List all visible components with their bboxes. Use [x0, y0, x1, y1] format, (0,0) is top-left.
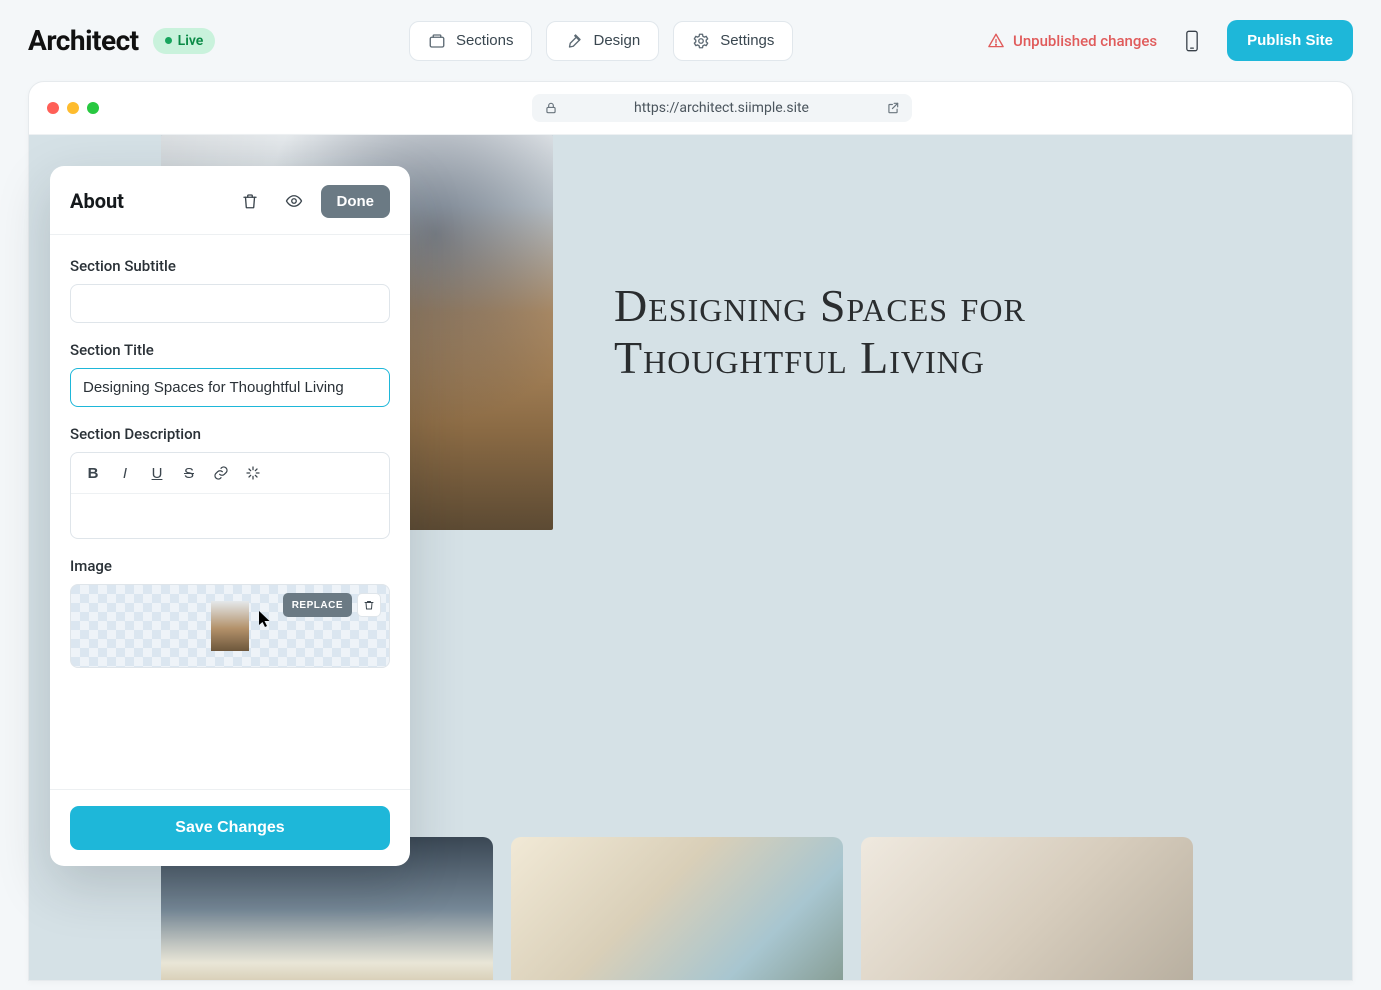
done-button[interactable]: Done: [321, 185, 391, 218]
panel-footer: Save Changes: [50, 789, 410, 866]
title-field-label: Section Title: [70, 341, 390, 359]
live-status-label: Live: [178, 33, 204, 49]
topbar-tabs: Sections Design Settings: [229, 21, 973, 61]
unpublished-warning: Unpublished changes: [987, 32, 1157, 50]
cursor-icon: [258, 610, 272, 628]
strikethrough-button[interactable]: S: [175, 459, 203, 487]
live-dot-icon: [165, 37, 172, 44]
sparkle-icon: [245, 465, 261, 481]
tab-design[interactable]: Design: [546, 21, 659, 61]
phone-icon: [1184, 30, 1200, 52]
ai-sparkle-button[interactable]: [239, 459, 267, 487]
tab-sections-label: Sections: [456, 32, 514, 49]
bold-button[interactable]: B: [79, 459, 107, 487]
panel-header: About Done: [50, 166, 410, 235]
gear-icon: [692, 32, 710, 50]
trash-icon: [241, 192, 259, 210]
open-external-icon[interactable]: [886, 101, 900, 115]
brand-title: Architect: [28, 24, 139, 57]
eye-icon: [285, 192, 303, 210]
warning-icon: [987, 32, 1005, 50]
lock-icon: [544, 101, 558, 115]
tab-sections[interactable]: Sections: [409, 21, 533, 61]
trash-icon: [363, 599, 375, 611]
gallery-card: [511, 837, 843, 980]
image-well[interactable]: REPLACE: [70, 584, 390, 668]
live-status-pill: Live: [153, 28, 216, 54]
title-input[interactable]: [70, 368, 390, 407]
italic-button[interactable]: I: [111, 459, 139, 487]
replace-image-button[interactable]: REPLACE: [283, 593, 352, 617]
subtitle-input[interactable]: [70, 284, 390, 323]
mobile-preview-button[interactable]: [1175, 24, 1209, 58]
description-input[interactable]: [71, 494, 389, 538]
tab-settings-label: Settings: [720, 32, 774, 49]
delete-section-button[interactable]: [233, 184, 267, 218]
rte-toolbar: B I U S: [71, 453, 389, 494]
url-text: https://architect.siimple.site: [568, 100, 876, 116]
expand-dot-icon: [87, 102, 99, 114]
save-changes-button[interactable]: Save Changes: [70, 806, 390, 850]
topbar-right: Unpublished changes Publish Site: [987, 20, 1353, 61]
underline-button[interactable]: U: [143, 459, 171, 487]
tab-settings[interactable]: Settings: [673, 21, 793, 61]
close-dot-icon: [47, 102, 59, 114]
description-editor: B I U S: [70, 452, 390, 539]
image-actions: REPLACE: [283, 593, 381, 617]
hero-title: Designing Spaces for Thoughtful Living: [614, 280, 1174, 383]
app-topbar: Architect Live Sections Design Settings …: [0, 0, 1381, 81]
delete-image-button[interactable]: [357, 593, 381, 617]
subtitle-field-label: Section Subtitle: [70, 257, 390, 275]
brush-icon: [565, 32, 583, 50]
minimize-dot-icon: [67, 102, 79, 114]
link-icon: [213, 465, 229, 481]
sections-icon: [428, 32, 446, 50]
section-editor-panel: About Done Section Subtitle Section Titl…: [50, 166, 410, 866]
traffic-lights: [47, 102, 99, 114]
image-field-label: Image: [70, 557, 390, 575]
url-bar[interactable]: https://architect.siimple.site: [532, 94, 912, 122]
panel-title: About: [70, 189, 223, 213]
browser-chrome: https://architect.siimple.site: [29, 82, 1352, 135]
publish-button[interactable]: Publish Site: [1227, 20, 1353, 61]
link-button[interactable]: [207, 459, 235, 487]
panel-body: Section Subtitle Section Title Section D…: [50, 235, 410, 789]
gallery-card: [861, 837, 1193, 980]
visibility-toggle-button[interactable]: [277, 184, 311, 218]
unpublished-label: Unpublished changes: [1013, 32, 1157, 50]
tab-design-label: Design: [593, 32, 640, 49]
image-thumbnail: [211, 601, 249, 651]
description-field-label: Section Description: [70, 425, 390, 443]
